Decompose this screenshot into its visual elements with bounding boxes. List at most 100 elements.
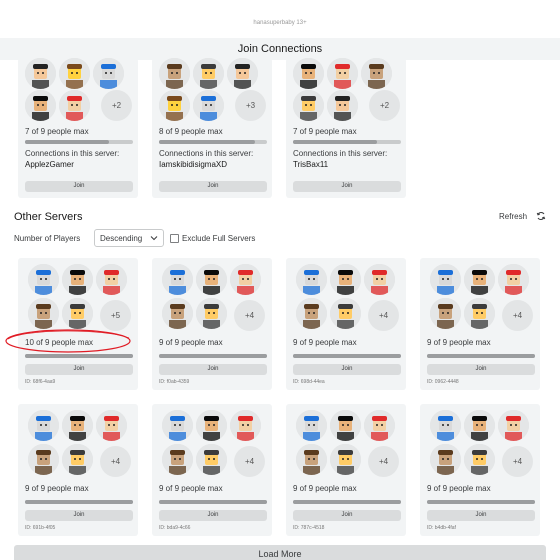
refresh-button[interactable]: Refresh [499,212,527,221]
capacity-bar [159,354,267,358]
player-avatar[interactable] [230,410,261,441]
connection-username[interactable]: ApplezGamer [25,160,74,169]
capacity-bar-fill [427,354,535,358]
more-players-badge: +2 [369,90,400,121]
player-avatar[interactable] [330,264,361,295]
sort-dropdown-value: Descending [100,234,143,243]
player-avatar[interactable] [430,298,461,329]
player-avatar[interactable] [464,410,495,441]
join-button[interactable]: Join [427,364,535,375]
player-avatar[interactable] [330,298,361,329]
player-avatar[interactable] [28,264,59,295]
player-avatar[interactable] [293,58,324,89]
player-avatar[interactable] [62,264,93,295]
player-avatar[interactable] [25,58,56,89]
join-button[interactable]: Join [25,364,133,375]
player-avatar[interactable] [327,90,358,121]
player-avatar[interactable] [430,264,461,295]
player-count-text: 9 of 9 people max [159,338,223,347]
player-avatar[interactable] [227,58,258,89]
player-avatar[interactable] [296,298,327,329]
player-avatar[interactable] [28,444,59,475]
player-avatar[interactable] [159,58,190,89]
server-id: ID: 787c-4518 [293,525,325,531]
connections-label: Connections in this server: [293,149,388,158]
player-avatar[interactable] [162,444,193,475]
join-button[interactable]: Join [159,364,267,375]
player-avatar[interactable] [59,90,90,121]
refresh-icon[interactable] [536,211,546,221]
player-avatar[interactable] [62,444,93,475]
player-avatar[interactable] [162,298,193,329]
player-avatar[interactable] [296,444,327,475]
player-avatar[interactable] [196,444,227,475]
more-players-badge: +4 [100,446,131,477]
join-button[interactable]: Join [159,510,267,521]
player-avatar[interactable] [196,298,227,329]
player-avatar[interactable] [25,90,56,121]
player-avatar[interactable] [498,264,529,295]
more-players-badge: +4 [234,446,265,477]
server-id: ID: b4db-4faf [427,525,456,531]
player-avatar[interactable] [193,90,224,121]
player-avatar[interactable] [62,298,93,329]
player-count-text: 9 of 9 people max [427,338,491,347]
capacity-bar [293,354,401,358]
player-avatar[interactable] [293,90,324,121]
player-avatar[interactable] [59,58,90,89]
player-avatar[interactable] [330,444,361,475]
more-players-badge: +4 [368,300,399,331]
more-players-badge: +3 [235,90,266,121]
player-avatar[interactable] [464,444,495,475]
exclude-full-servers-checkbox[interactable] [170,234,179,243]
more-players-badge: +4 [234,300,265,331]
player-avatar[interactable] [364,410,395,441]
join-button[interactable]: Join [159,181,267,192]
capacity-bar-fill [293,140,378,144]
connections-label: Connections in this server: [25,149,120,158]
join-button[interactable]: Join [293,510,401,521]
player-avatar[interactable] [361,58,392,89]
sort-dropdown[interactable]: Descending [94,229,164,247]
player-avatar[interactable] [327,58,358,89]
connection-username[interactable]: TrisBax11 [293,160,328,169]
player-avatar[interactable] [230,264,261,295]
capacity-bar [25,140,133,144]
player-avatar[interactable] [464,298,495,329]
player-avatar[interactable] [196,410,227,441]
player-avatar[interactable] [364,264,395,295]
player-avatar[interactable] [62,410,93,441]
player-count-text: 8 of 9 people max [159,127,223,136]
player-avatar[interactable] [28,298,59,329]
other-servers-title: Other Servers [14,211,83,223]
capacity-bar-fill [25,140,110,144]
player-avatar[interactable] [93,58,124,89]
join-button[interactable]: Join [25,510,133,521]
join-button[interactable]: Join [293,364,401,375]
player-avatar[interactable] [330,410,361,441]
player-avatar[interactable] [464,264,495,295]
join-button[interactable]: Join [427,510,535,521]
player-avatar[interactable] [296,410,327,441]
capacity-bar-fill [293,500,401,504]
connection-username[interactable]: IamskibidisigmaXD [159,160,227,169]
player-avatar[interactable] [296,264,327,295]
player-avatar[interactable] [96,410,127,441]
player-avatar[interactable] [28,410,59,441]
player-avatar[interactable] [498,410,529,441]
player-avatar[interactable] [196,264,227,295]
player-avatar[interactable] [159,90,190,121]
player-avatar[interactable] [162,264,193,295]
load-more-button[interactable]: Load More [14,545,546,560]
connections-label: Connections in this server: [159,149,254,158]
player-avatar[interactable] [96,264,127,295]
server-id: ID: 68f6-4aa9 [25,379,56,385]
more-players-badge: +4 [502,300,533,331]
join-button[interactable]: Join [25,181,133,192]
server-id: ID: 0962-4448 [427,379,459,385]
player-avatar[interactable] [162,410,193,441]
player-avatar[interactable] [430,410,461,441]
player-avatar[interactable] [430,444,461,475]
join-button[interactable]: Join [293,181,401,192]
player-avatar[interactable] [193,58,224,89]
